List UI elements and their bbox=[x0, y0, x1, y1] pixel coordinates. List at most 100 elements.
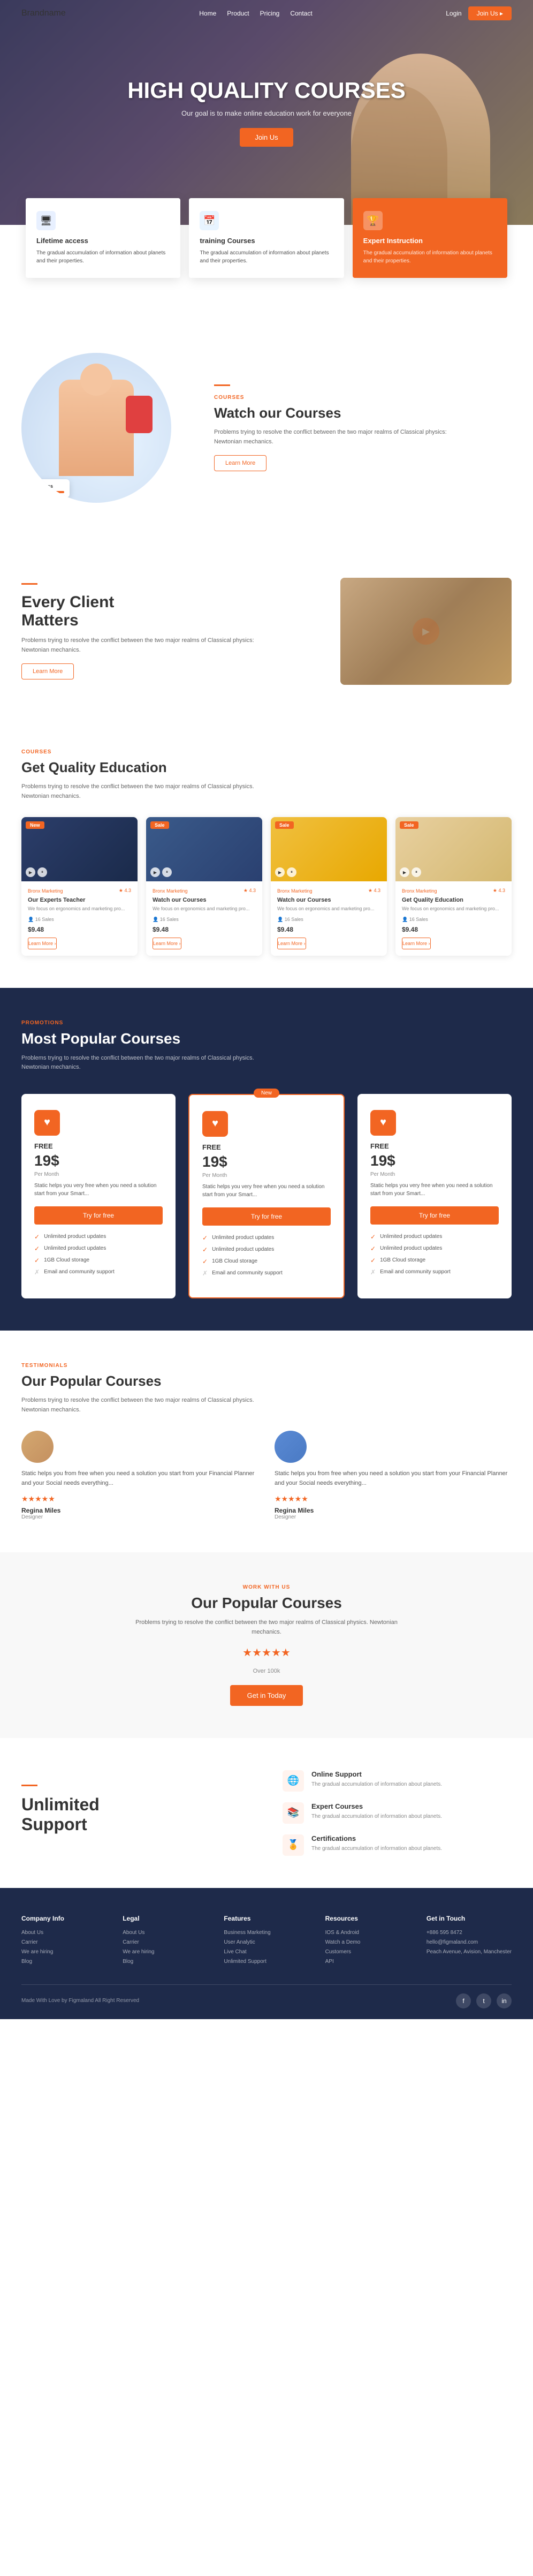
nav-pricing[interactable]: Pricing bbox=[260, 10, 280, 17]
client-content: Every Client Matters Problems trying to … bbox=[21, 583, 319, 679]
try-btn[interactable]: Try for free bbox=[34, 1206, 163, 1225]
pause-ctrl[interactable]: ⏸ bbox=[37, 867, 47, 877]
course-price: $9.48 bbox=[28, 926, 131, 933]
cta-label2: Over 100k bbox=[21, 1668, 512, 1674]
course-price: $9.48 bbox=[402, 926, 505, 933]
cta-btn[interactable]: Get in Today bbox=[230, 1685, 303, 1706]
nav-home[interactable]: Home bbox=[199, 10, 216, 17]
footer: Company InfoAbout UsCarrierWe are hiring… bbox=[0, 1888, 533, 2019]
footer-link[interactable]: Peach Avenue, Avision, Manchester bbox=[427, 1949, 512, 1955]
unlimited-card: 📚 Expert Courses The gradual accumulatio… bbox=[283, 1802, 512, 1824]
course-stats: 👤 16 Sales bbox=[153, 917, 256, 923]
testimonial-card: Static helps you from free when you need… bbox=[275, 1431, 512, 1520]
footer-link[interactable]: About Us bbox=[21, 1930, 106, 1936]
media-controls: ▶ ⏸ bbox=[150, 867, 172, 877]
nav-product[interactable]: Product bbox=[227, 10, 249, 17]
unlimited-text: Unlimited Support bbox=[21, 1785, 250, 1841]
course-price: $9.48 bbox=[153, 926, 256, 933]
feature-item: ✓ 1GB Cloud storage bbox=[34, 1257, 163, 1264]
footer-link[interactable]: We are hiring bbox=[21, 1949, 106, 1955]
course-title: Get Quality Education bbox=[402, 897, 505, 903]
feature-card-expert: 🏆 Expert Instruction The gradual accumul… bbox=[353, 198, 507, 278]
play-ctrl[interactable]: ▶ bbox=[26, 867, 35, 877]
pricing-period: Per Month bbox=[202, 1173, 331, 1179]
testimonials-grid: Static helps you from free when you need… bbox=[21, 1431, 512, 1520]
check-icon: ✓ bbox=[34, 1245, 40, 1252]
pricing-period: Per Month bbox=[370, 1172, 499, 1177]
course-desc: We focus on ergonomics and marketing pro… bbox=[402, 905, 505, 912]
feature-training-title: training Courses bbox=[200, 237, 333, 245]
footer-col: Company InfoAbout UsCarrierWe are hiring… bbox=[21, 1915, 106, 1968]
try-btn[interactable]: Try for free bbox=[202, 1207, 331, 1226]
cta-section: WORK WITH US Our Popular Courses Problem… bbox=[0, 1552, 533, 1738]
client-learn-more[interactable]: Learn More bbox=[21, 663, 74, 679]
footer-link[interactable]: Watch a Demo bbox=[325, 1939, 410, 1945]
check-icon: ✓ bbox=[202, 1258, 208, 1265]
footer-link[interactable]: hello@figmaland.com bbox=[427, 1939, 512, 1945]
play-ctrl[interactable]: ▶ bbox=[275, 867, 285, 877]
footer-col: LegalAbout UsCarrierWe are hiringBlog bbox=[123, 1915, 208, 1968]
course-card: Sale ▶ ⏸ Bronx Marketing ★ 4.3 Get Quali… bbox=[395, 817, 512, 956]
social-icon-in[interactable]: in bbox=[497, 1993, 512, 2008]
pause-ctrl[interactable]: ⏸ bbox=[287, 867, 296, 877]
footer-link[interactable]: Unlimited Support bbox=[224, 1959, 309, 1965]
hero-cta-btn[interactable]: Join Us bbox=[240, 128, 293, 147]
footer-link[interactable]: +886 595 8472 bbox=[427, 1930, 512, 1936]
course-learn-btn[interactable]: Learn More › bbox=[153, 938, 181, 949]
testimonial-avatar bbox=[21, 1431, 54, 1463]
footer-link[interactable]: API bbox=[325, 1959, 410, 1965]
course-desc: We focus on ergonomics and marketing pro… bbox=[28, 905, 131, 912]
video-placeholder[interactable]: ▶ bbox=[340, 578, 512, 685]
footer-link[interactable]: Blog bbox=[123, 1959, 208, 1965]
course-title: Watch our Courses bbox=[153, 897, 256, 903]
testimonial-role: Designer bbox=[275, 1514, 512, 1520]
courses-grid: New ▶ ⏸ Bronx Marketing ★ 4.3 Our Expert… bbox=[21, 817, 512, 956]
feature-cards: 🖥 Lifetime access The gradual accumulati… bbox=[21, 198, 512, 278]
pause-ctrl[interactable]: ⏸ bbox=[162, 867, 172, 877]
pause-ctrl[interactable]: ⏸ bbox=[412, 867, 421, 877]
footer-link[interactable]: Blog bbox=[21, 1959, 106, 1965]
try-btn[interactable]: Try for free bbox=[370, 1206, 499, 1225]
pricing-label: Promotions bbox=[21, 1020, 512, 1026]
course-desc: We focus on ergonomics and marketing pro… bbox=[153, 905, 256, 912]
pricing-price: 19$ bbox=[34, 1152, 163, 1169]
course-learn-btn[interactable]: Learn More › bbox=[28, 938, 57, 949]
course-stats: 👤 16 Sales bbox=[28, 917, 131, 923]
feature-text: Unlimited product updates bbox=[380, 1245, 442, 1251]
course-learn-btn[interactable]: Learn More › bbox=[277, 938, 306, 949]
pricing-desc: Problems trying to resolve the conflict … bbox=[21, 1054, 278, 1072]
nav-logo: Brandname bbox=[21, 9, 66, 18]
nav-join-btn[interactable]: Join Us ▸ bbox=[468, 6, 512, 20]
footer-link[interactable]: Carrier bbox=[123, 1939, 208, 1945]
pricing-period: Per Month bbox=[34, 1172, 163, 1177]
social-icon-f[interactable]: f bbox=[456, 1993, 471, 2008]
pricing-price: 19$ bbox=[370, 1152, 499, 1169]
nav-contact[interactable]: Contact bbox=[290, 10, 312, 17]
footer-link[interactable]: Carrier bbox=[21, 1939, 106, 1945]
footer-link[interactable]: User Analytic bbox=[224, 1939, 309, 1945]
footer-link[interactable]: Customers bbox=[325, 1949, 410, 1955]
play-ctrl[interactable]: ▶ bbox=[150, 867, 160, 877]
footer-link[interactable]: About Us bbox=[123, 1930, 208, 1936]
play-ctrl[interactable]: ▶ bbox=[400, 867, 409, 877]
watch-illustration: Progress bbox=[21, 353, 171, 503]
social-icon-t[interactable]: t bbox=[476, 1993, 491, 2008]
nav-login[interactable]: Login bbox=[446, 10, 461, 17]
footer-link[interactable]: We are hiring bbox=[123, 1949, 208, 1955]
course-category: Bronx Marketing bbox=[153, 888, 188, 894]
course-price: $9.48 bbox=[277, 926, 380, 933]
course-image: Sale ▶ ⏸ bbox=[271, 817, 387, 881]
course-learn-btn[interactable]: Learn More › bbox=[402, 938, 431, 949]
footer-link[interactable]: IOS & Android bbox=[325, 1930, 410, 1936]
footer-link[interactable]: Business Marketing bbox=[224, 1930, 309, 1936]
cta-desc: Problems trying to resolve the conflict … bbox=[133, 1618, 400, 1637]
watch-learn-more[interactable]: Learn More bbox=[214, 455, 266, 471]
course-category: Bronx Marketing bbox=[277, 888, 313, 894]
hero-subtitle: Our goal is to make online education wor… bbox=[127, 109, 406, 117]
feature-text: 1GB Cloud storage bbox=[380, 1257, 425, 1263]
pricing-card: ♥ FREE 19$ Per Month Static helps you ve… bbox=[357, 1094, 512, 1298]
footer-link[interactable]: Live Chat bbox=[224, 1949, 309, 1955]
client-video-area: ▶ bbox=[340, 578, 512, 685]
x-icon: ✗ bbox=[370, 1268, 376, 1276]
course-badge: New bbox=[26, 821, 44, 829]
